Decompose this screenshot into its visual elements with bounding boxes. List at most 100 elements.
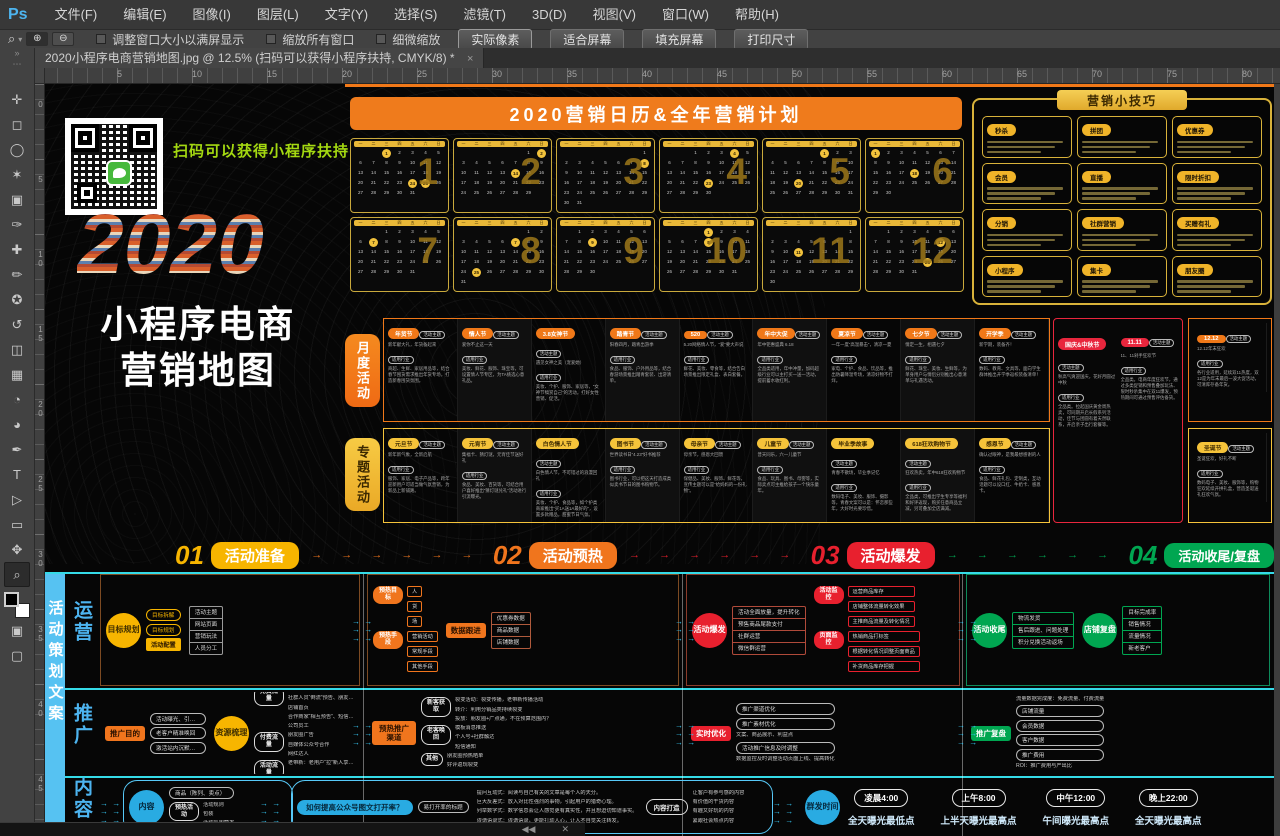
hand-tool[interactable]: ✥ xyxy=(4,537,30,562)
ruler-number: 0 xyxy=(35,100,45,109)
document-canvas[interactable]: 扫码可以获得小程序扶持 2020 小程序电商 营销地图 2020营销日历&全年营… xyxy=(45,84,1280,836)
option-checkbox[interactable]: 缩放所有窗口 xyxy=(266,31,354,48)
date-cell: 5 xyxy=(483,237,496,247)
menu-item[interactable]: 帮助(H) xyxy=(722,0,792,30)
overlay-bar[interactable]: ◀◀ ✕ xyxy=(0,822,585,836)
empty-date xyxy=(663,227,676,237)
menu-item[interactable]: 滤镜(T) xyxy=(450,0,519,30)
zoom-in-button[interactable]: ⊕ xyxy=(26,32,48,46)
menu-item[interactable]: 图层(L) xyxy=(244,0,312,30)
path-select-tool[interactable]: ▷ xyxy=(4,487,30,512)
menu-item[interactable]: 选择(S) xyxy=(381,0,450,30)
monthly-card: 3.8女神节活动主题遇见女神之美（宠爱她）适用行业美妆、个护、服饰、家居等，“女… xyxy=(532,319,606,421)
ruler-number: 45 xyxy=(35,775,45,793)
flow-items: 目标拆解目标规划活动配置 xyxy=(146,609,181,651)
type-tool[interactable]: T xyxy=(4,462,30,487)
calendar-weekday-row: 一二三四五六日 xyxy=(457,220,548,226)
tab-close-icon[interactable]: × xyxy=(467,53,473,65)
photoshop-logo: Ps xyxy=(8,6,28,24)
rewind-icon[interactable]: ◀◀ xyxy=(522,825,536,834)
marquee-tool[interactable]: ◻ xyxy=(4,112,30,137)
calendar-weekday-row: 一二三四五六日 xyxy=(766,141,857,147)
phase-badge: 活动准备 xyxy=(211,542,299,569)
date-cell: 10 xyxy=(599,237,612,247)
menu-item[interactable]: 3D(D) xyxy=(519,0,580,30)
flow-text: 数据监控及时调整活动页面上线、提高转化 xyxy=(736,756,835,763)
option-checkbox[interactable]: 调整窗口大小以满屏显示 xyxy=(96,31,244,48)
move-tool[interactable]: ✛ xyxy=(4,87,30,112)
menu-item[interactable]: 编辑(E) xyxy=(110,0,179,30)
magic-wand-tool[interactable]: ✶ xyxy=(4,162,30,187)
history-brush-tool[interactable]: ↺ xyxy=(4,312,30,337)
blur-tool[interactable]: ◔ xyxy=(4,387,30,412)
menu-item[interactable]: 窗口(W) xyxy=(649,0,722,30)
foreground-color-swatch[interactable] xyxy=(4,592,19,607)
weekday-label: 一 xyxy=(766,141,779,147)
flow-items: 活动全面放量，提升转化预售商品尾款支付社群运营微信群运营 xyxy=(732,606,806,655)
menu-item[interactable]: 图像(I) xyxy=(180,0,244,30)
screen-mode-button[interactable]: ▢ xyxy=(4,643,30,668)
clone-stamp-tool[interactable]: ✪ xyxy=(4,287,30,312)
option-checkbox[interactable]: 细微缩放 xyxy=(376,31,440,48)
quick-mask-button[interactable]: ▣ xyxy=(4,618,30,643)
option-button[interactable]: 打印尺寸 xyxy=(734,29,808,50)
healing-brush-tool[interactable]: ✚ xyxy=(4,237,30,262)
zoom-tool-preset[interactable]: ⌕ ▾ xyxy=(8,31,22,47)
flow-group: 活动监控运营商品库存店铺整体流量转化效果主推商品流量及转化情况 xyxy=(814,586,920,629)
calendar-month-number: 4 xyxy=(726,153,747,190)
document-tab-bar: 2020小程序电商营销地图.jpg @ 12.5% (扫码可以获得小程序扶持, … xyxy=(35,48,1280,68)
date-cell: 4 xyxy=(792,237,805,247)
industry-text: 食品、美妆、百货等，可结合用户喜好推出“猜灯谜兑礼”活动进行引流曝光。 xyxy=(462,482,527,500)
calendar-grid: 一二三四五六日123456789101112131415161718192021… xyxy=(350,138,964,292)
toolbar-header[interactable]: »⋯ xyxy=(0,48,35,84)
phase-number: 02 xyxy=(493,540,522,571)
date-cell: 21 xyxy=(676,178,689,188)
time-slot: 中午12:00午间曝光最高点 xyxy=(1043,788,1110,827)
crop-tool[interactable]: ▣ xyxy=(4,187,30,212)
phase-group: 02活动预热 xyxy=(493,540,617,571)
gradient-tool[interactable]: ▦ xyxy=(4,362,30,387)
flow-group-label: 其他 xyxy=(421,753,443,766)
weekday-label: 二 xyxy=(882,220,895,226)
flow-group-item: 运营商品库存 xyxy=(848,586,915,597)
flow-cell: 预热推广渠道新客获取裂变活动：裂变传播，老带新传播活动转介：利用分销品类持续裂变… xyxy=(367,692,679,774)
weekday-label: 二 xyxy=(779,141,792,147)
option-button[interactable]: 适合屏幕 xyxy=(550,29,624,50)
ruler-number: 5 xyxy=(35,175,45,184)
weekday-label: 四 xyxy=(805,220,818,226)
weekday-label: 五 xyxy=(921,220,934,226)
date-cell: 5 xyxy=(599,158,612,168)
date-cell: 24 xyxy=(599,257,612,267)
dodge-tool[interactable]: ◕ xyxy=(4,412,30,437)
menu-item[interactable]: 视图(V) xyxy=(580,0,649,30)
date-cell: 9 xyxy=(393,237,406,247)
tip-text-line xyxy=(1177,290,1231,293)
panel-dock-edge[interactable] xyxy=(1274,84,1280,836)
menu-item[interactable]: 文件(F) xyxy=(42,0,111,30)
option-button[interactable]: 填充屏幕 xyxy=(642,29,716,50)
flow-table-row: 店铺数据 xyxy=(492,636,530,648)
document-tab[interactable]: 2020小程序电商营销地图.jpg @ 12.5% (扫码可以获得小程序扶持, … xyxy=(35,48,484,68)
ruler-number: 45 xyxy=(717,69,727,79)
brush-tool[interactable]: ✏ xyxy=(4,262,30,287)
zoom-tool[interactable]: ⌕ xyxy=(4,562,30,587)
special-card: 母亲节活动主题母亲节，感恩大回馈适用行业保健品、美妆、服饰、鲜花等，宣传主题可以… xyxy=(680,429,754,522)
close-icon[interactable]: ✕ xyxy=(561,825,569,834)
phase-badge: 活动爆发 xyxy=(847,542,935,569)
eraser-tool[interactable]: ◫ xyxy=(4,337,30,362)
color-swatches[interactable] xyxy=(4,592,30,618)
lasso-tool[interactable]: ◯ xyxy=(4,137,30,162)
pen-tool[interactable]: ✒ xyxy=(4,437,30,462)
activity-title: 元宵节 xyxy=(462,438,493,449)
shape-tool[interactable]: ▭ xyxy=(4,512,30,537)
menu-item[interactable]: 文字(Y) xyxy=(312,0,381,30)
eyedropper-tool[interactable]: ✑ xyxy=(4,212,30,237)
industry-text: 各行业适用，延续双11热度，双12是为年末最后一波大促活动，可清库存备年货。 xyxy=(1197,370,1262,388)
ruler-number: 40 xyxy=(642,69,652,79)
phase-dashes: → → → → → → xyxy=(299,549,493,561)
zoom-out-button[interactable]: ⊖ xyxy=(52,32,74,46)
option-button[interactable]: 实际像素 xyxy=(458,29,532,50)
date-cell: 24 xyxy=(779,267,792,277)
ruler-number: 35 xyxy=(567,69,577,79)
date-cell: 21 xyxy=(689,257,702,267)
